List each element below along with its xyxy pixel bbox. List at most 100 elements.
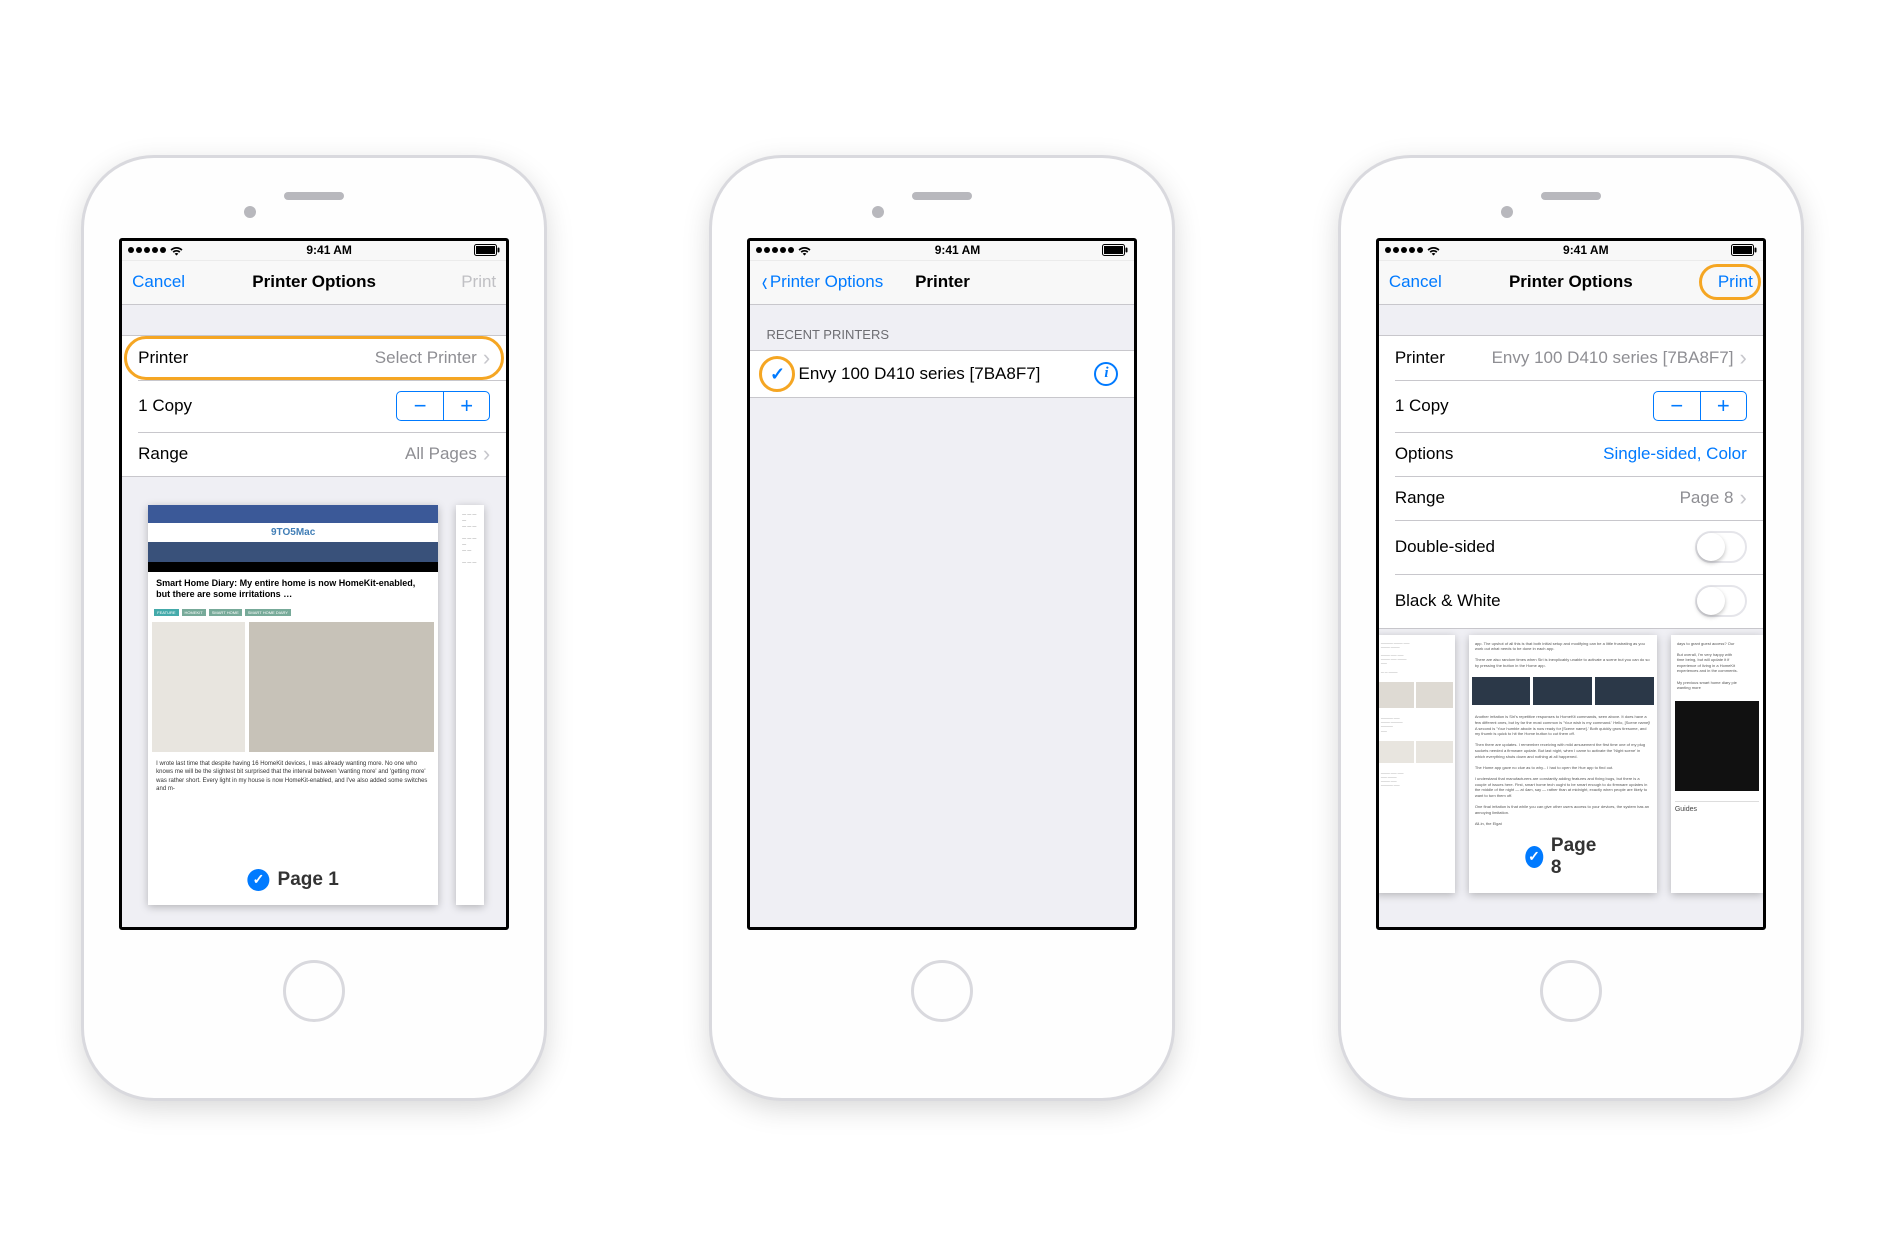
preview-article-title: Smart Home Diary: My entire home is now …: [148, 572, 438, 607]
home-button[interactable]: [283, 960, 345, 1022]
page-thumbnail-center[interactable]: app. The upshot of all this is that both…: [1469, 635, 1657, 893]
preview-text-lines: — — — —— — —— — — —— —— — —: [456, 505, 484, 571]
printer-list-item[interactable]: ✓ Envy 100 D410 series [7BA8F7] i: [750, 351, 1134, 397]
copies-cell: 1 Copy − +: [122, 380, 506, 432]
battery-icon: [474, 244, 500, 256]
status-time: 9:41 AM: [935, 243, 981, 257]
options-group: Printer Envy 100 D410 series [7BA8F7]› 1…: [1379, 335, 1763, 629]
device-camera: [872, 206, 884, 218]
preview-header-bar: [148, 505, 438, 523]
device-speaker: [912, 192, 972, 200]
status-time: 9:41 AM: [1563, 243, 1609, 257]
tag: HOMEKIT: [182, 609, 206, 616]
page-badge-label: Page 8: [1551, 835, 1601, 879]
double-sided-toggle[interactable]: [1695, 531, 1747, 563]
bw-label: Black & White: [1395, 591, 1501, 611]
back-button[interactable]: ‹ Printer Options: [760, 272, 910, 292]
chevron-right-icon: ›: [483, 443, 490, 465]
iphone-device-2: 9:41 AM ‹ Printer Options Printer RECENT…: [712, 158, 1172, 1098]
nav-bar: Cancel Printer Options Print: [122, 261, 506, 305]
range-label: Range: [1395, 488, 1445, 508]
options-group: Printer Select Printer› 1 Copy − + Range…: [122, 335, 506, 477]
tag: SMART HOME: [209, 609, 242, 616]
status-bar: 9:41 AM: [750, 241, 1134, 261]
home-button[interactable]: [911, 960, 973, 1022]
preview-images-row: [148, 618, 438, 756]
iphone-device-3: 9:41 AM Cancel Printer Options Print Pri…: [1341, 158, 1801, 1098]
options-label: Options: [1395, 444, 1454, 464]
section-header-recent: RECENT PRINTERS: [750, 305, 1134, 350]
chevron-right-icon: ›: [1739, 347, 1746, 369]
nav-bar: Cancel Printer Options Print: [1379, 261, 1763, 305]
battery-icon: [1731, 244, 1757, 256]
page-thumbnail-1[interactable]: 9TO5Mac Smart Home Diary: My entire home…: [148, 505, 438, 905]
home-button[interactable]: [1540, 960, 1602, 1022]
status-time: 9:41 AM: [306, 243, 352, 257]
preview-site-name: 9TO5Mac: [148, 523, 438, 542]
device-camera: [1501, 206, 1513, 218]
chevron-right-icon: ›: [1739, 487, 1746, 509]
printer-label: Printer: [1395, 348, 1445, 368]
check-icon: ✓: [248, 869, 270, 891]
printer-cell[interactable]: Printer Envy 100 D410 series [7BA8F7]›: [1379, 336, 1763, 380]
print-button: Print: [416, 272, 496, 292]
page-thumbnail-left-peek[interactable]: ———— ——— ————— —————— —— ————— —— ——————…: [1379, 635, 1455, 893]
page-badge: ✓ Page 8: [1515, 831, 1610, 883]
range-value: All Pages: [405, 444, 477, 464]
printer-value: Envy 100 D410 series [7BA8F7]: [1492, 348, 1734, 368]
page-thumbnail-2-peek[interactable]: — — — —— — —— — — —— —— — —: [456, 505, 484, 905]
range-cell[interactable]: Range All Pages ›: [122, 432, 506, 476]
stepper-plus-icon[interactable]: +: [1700, 392, 1746, 420]
preview-sub-bar: [148, 542, 438, 562]
printer-list: ✓ Envy 100 D410 series [7BA8F7] i: [750, 350, 1134, 398]
print-preview[interactable]: 9TO5Mac Smart Home Diary: My entire home…: [122, 481, 506, 927]
tag: SMART HOME DIARY: [245, 609, 291, 616]
signal-icon: [756, 247, 794, 253]
back-label: Printer Options: [770, 272, 883, 292]
preview-body-text: I wrote last time that despite having 16…: [148, 756, 438, 798]
options-cell[interactable]: Options Single-sided, Color: [1379, 432, 1763, 476]
options-value: Single-sided, Color: [1603, 444, 1747, 464]
preview-image-1: [152, 622, 245, 752]
check-icon: ✓: [766, 363, 788, 385]
cancel-button[interactable]: Cancel: [132, 272, 212, 292]
chevron-left-icon: ‹: [762, 275, 768, 289]
tag: FEATURE: [154, 609, 178, 616]
copies-stepper[interactable]: − +: [396, 391, 490, 421]
copies-label: 1 Copy: [1395, 396, 1449, 416]
printer-name: Envy 100 D410 series [7BA8F7]: [798, 364, 1084, 384]
iphone-device-1: 9:41 AM Cancel Printer Options Print Pri…: [84, 158, 544, 1098]
nav-bar: ‹ Printer Options Printer: [750, 261, 1134, 305]
preview-ad-bar: [148, 562, 438, 572]
wifi-icon: [169, 245, 184, 256]
preview-tags: FEATURE HOMEKIT SMART HOME SMART HOME DI…: [148, 607, 438, 618]
info-icon[interactable]: i: [1094, 362, 1118, 386]
printer-cell[interactable]: Printer Select Printer›: [122, 336, 506, 380]
screen-3: 9:41 AM Cancel Printer Options Print Pri…: [1376, 238, 1766, 930]
stepper-plus-icon[interactable]: +: [443, 392, 489, 420]
device-speaker: [284, 192, 344, 200]
status-bar: 9:41 AM: [1379, 241, 1763, 261]
cancel-button[interactable]: Cancel: [1389, 272, 1469, 292]
copies-stepper[interactable]: − +: [1653, 391, 1747, 421]
stepper-minus-icon[interactable]: −: [1654, 392, 1700, 420]
copies-cell: 1 Copy − +: [1379, 380, 1763, 432]
battery-icon: [1102, 244, 1128, 256]
print-button[interactable]: Print: [1718, 272, 1753, 292]
double-sided-label: Double-sided: [1395, 537, 1495, 557]
device-camera: [244, 206, 256, 218]
page-thumbnail-right-peek[interactable]: days to grant guest access? OurBut overa…: [1671, 635, 1763, 893]
print-preview[interactable]: ———— ——— ————— —————— —— ————— —— ——————…: [1379, 611, 1763, 927]
screen-1: 9:41 AM Cancel Printer Options Print Pri…: [119, 238, 509, 930]
printer-value: Select Printer: [375, 348, 477, 368]
printer-label: Printer: [138, 348, 188, 368]
wifi-icon: [797, 245, 812, 256]
range-cell[interactable]: Range Page 8›: [1379, 476, 1763, 520]
range-label: Range: [138, 444, 188, 464]
preview-image-2: [249, 622, 434, 752]
wifi-icon: [1426, 245, 1441, 256]
device-speaker: [1541, 192, 1601, 200]
stepper-minus-icon[interactable]: −: [397, 392, 443, 420]
status-bar: 9:41 AM: [122, 241, 506, 261]
double-sided-cell: Double-sided: [1379, 520, 1763, 574]
